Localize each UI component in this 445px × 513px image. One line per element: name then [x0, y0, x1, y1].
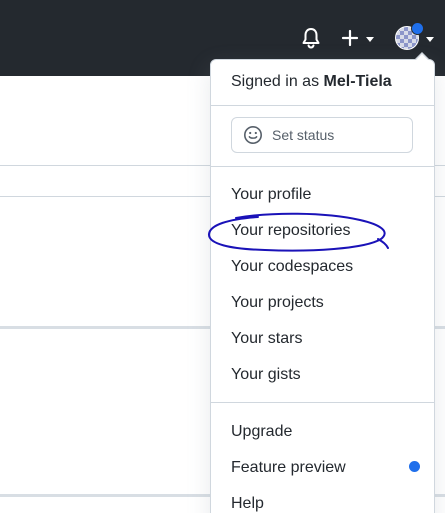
signed-in-text: Signed in as Mel-Tiela — [231, 73, 392, 91]
signed-in-prefix: Signed in as — [231, 73, 320, 90]
menu-divider — [211, 402, 434, 403]
menu-item-projects[interactable]: Your projects — [231, 293, 324, 313]
menu-divider — [211, 166, 434, 167]
user-menu-button[interactable] — [392, 22, 442, 54]
menu-divider — [211, 105, 434, 106]
dropdown-caret-fill — [415, 54, 429, 61]
menu-item-repositories[interactable]: Your repositories — [231, 221, 350, 241]
chevron-down-icon — [366, 37, 374, 42]
menu-item-profile[interactable]: Your profile — [231, 185, 311, 205]
plus-icon — [341, 29, 359, 47]
smiley-icon — [244, 126, 262, 144]
create-new-button[interactable] — [338, 24, 378, 52]
menu-item-upgrade[interactable]: Upgrade — [231, 422, 292, 442]
username: Mel-Tiela — [323, 73, 392, 90]
menu-item-codespaces[interactable]: Your codespaces — [231, 257, 353, 277]
chevron-down-icon — [426, 37, 434, 42]
new-feature-dot-icon — [409, 461, 420, 472]
bell-icon — [302, 28, 320, 49]
menu-item-stars[interactable]: Your stars — [231, 329, 302, 349]
status-dot-icon — [411, 22, 424, 35]
menu-item-feature-preview[interactable]: Feature preview — [231, 458, 346, 478]
screen: Signed in as Mel-Tiela Set status Your p… — [0, 0, 445, 513]
notifications-button[interactable] — [298, 24, 324, 52]
menu-item-gists[interactable]: Your gists — [231, 365, 301, 385]
set-status-label: Set status — [272, 127, 335, 143]
menu-item-help[interactable]: Help — [231, 494, 264, 513]
